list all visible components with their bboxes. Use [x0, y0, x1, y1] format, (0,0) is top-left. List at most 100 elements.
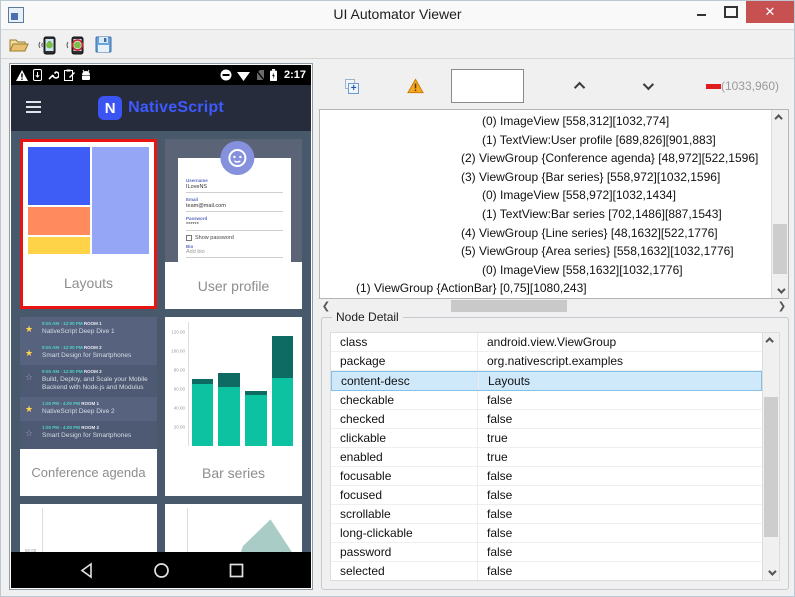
home-icon[interactable]: [153, 562, 170, 579]
detail-row[interactable]: class android.view.ViewGroup: [331, 333, 762, 352]
detail-row[interactable]: enabled true: [331, 448, 762, 467]
tile-bar-series[interactable]: 120.00 100.00 80.00 60.00 40.00 20.00 Bar ser…: [165, 317, 302, 496]
bar-stack: [191, 379, 214, 446]
tree-vscroll-thumb[interactable]: [773, 224, 787, 274]
tile-line-series[interactable]: 60.00 50.00: [20, 504, 157, 552]
detail-row[interactable]: long-clickable false: [331, 524, 762, 543]
node-detail-title: Node Detail: [332, 310, 403, 324]
device-screen[interactable]: 2:17 N NativeScript Layouts Username ILo…: [11, 65, 311, 588]
tree-node[interactable]: (0) ImageView [558,1632][1032,1776]: [320, 261, 771, 280]
star-icon[interactable]: ★: [25, 404, 33, 415]
tree-node[interactable]: (1) ViewGroup {ActionBar} [0,75][1080,24…: [320, 279, 771, 298]
tree-node[interactable]: (1) TextView:User profile [689,826][901,…: [320, 131, 771, 150]
open-folder-icon[interactable]: [8, 35, 30, 55]
detail-row[interactable]: checkable false: [331, 391, 762, 410]
detail-value: org.nativescript.examples: [487, 354, 624, 368]
scroll-down-icon[interactable]: [772, 284, 788, 298]
scroll-up-icon[interactable]: [772, 110, 788, 124]
device-screenshot-icon[interactable]: [36, 35, 58, 55]
agenda-session[interactable]: ☆ 9:00 AM - 12:00 PM ROOM 3 Build, Deploy,…: [20, 365, 157, 398]
tile-user-profile[interactable]: Username ILoveNS Email team@mail.com Passw…: [165, 139, 302, 309]
wrench-icon: [48, 71, 59, 80]
scroll-down-icon[interactable]: [763, 566, 779, 580]
detail-row[interactable]: package org.nativescript.examples: [331, 352, 762, 371]
line-chart: 60.00 50.00: [24, 508, 153, 552]
menu-icon[interactable]: [26, 101, 41, 113]
star-icon[interactable]: ☆: [25, 428, 33, 439]
agenda-session[interactable]: ★ 9:00 AM - 12:00 PM ROOM 1 NativeScript D…: [20, 317, 157, 341]
detail-row[interactable]: focusable false: [331, 467, 762, 486]
username-label: Username: [186, 178, 208, 183]
examples-grid: Layouts Username ILoveNS Email team@mail.c…: [11, 131, 311, 552]
detail-row[interactable]: scrollable false: [331, 505, 762, 524]
bar-segment-light: [191, 384, 214, 446]
detail-row[interactable]: checked false: [331, 410, 762, 429]
hierarchy-tree[interactable]: (0) ImageView [558,312][1032,774] (1) Tex…: [319, 109, 789, 299]
tree-node[interactable]: (1) TextView:Bar series [702,1486][887,1…: [320, 205, 771, 224]
detail-row[interactable]: selected false: [331, 562, 762, 580]
detail-value: Layouts: [488, 374, 531, 388]
detail-vscroll-thumb[interactable]: [764, 397, 778, 537]
tree-node[interactable]: (5) ViewGroup {Area series} [558,1632][1…: [320, 242, 771, 261]
tree-node[interactable]: (2) ViewGroup {Conference agenda} [48,97…: [320, 149, 771, 168]
close-button[interactable]: ✕: [746, 1, 794, 23]
tile-conference-agenda[interactable]: ★ 9:00 AM - 12:00 PM ROOM 1 NativeScript D…: [20, 317, 157, 496]
session-title: Smart Design for Smartphones: [42, 351, 132, 359]
tree-vertical-scrollbar[interactable]: [771, 110, 788, 298]
detail-vertical-scrollbar[interactable]: [762, 333, 779, 580]
area-chart: 150.00: [169, 508, 298, 552]
device-screenshot-panel[interactable]: 2:17 N NativeScript Layouts Username ILo…: [9, 63, 313, 590]
bar-stack: [271, 336, 294, 446]
star-icon[interactable]: ☆: [25, 372, 33, 383]
remove-icon[interactable]: [705, 83, 721, 89]
session-title: NativeScript Deep Dive 1: [42, 328, 115, 335]
bar-y-tick-label: 80.00: [173, 367, 185, 373]
tree-node[interactable]: (4) ViewGroup {Line series} [48,1632][52…: [320, 224, 771, 243]
tile-bar-series-label: Bar series: [165, 449, 302, 496]
tree-search-input[interactable]: [451, 69, 525, 103]
search-next-button[interactable]: [637, 77, 658, 95]
tree-node[interactable]: (0) ImageView [558,972][1032,1434]: [320, 186, 771, 205]
agenda-session[interactable]: ★ 1:00 PM - 4:00 PM ROOM 1 NativeScript De…: [20, 397, 157, 421]
scroll-up-icon[interactable]: [763, 333, 779, 347]
show-password-label: Show password: [195, 235, 234, 241]
back-icon[interactable]: [78, 561, 95, 579]
node-detail-table[interactable]: class android.view.ViewGroup package org.na…: [330, 332, 780, 581]
maximize-button[interactable]: [716, 1, 746, 23]
detail-row[interactable]: content-desc Layouts: [331, 371, 762, 391]
agenda-session[interactable]: ★ 9:00 AM - 12:00 PM ROOM 2 Smart Design f…: [20, 340, 157, 365]
minimize-button[interactable]: [686, 1, 716, 23]
detail-row[interactable]: password false: [331, 543, 762, 562]
detail-row[interactable]: clickable true: [331, 429, 762, 448]
bar-chart-y-axis: 120.00 100.00 80.00 60.00 40.00 20.00: [169, 322, 186, 446]
tree-hscroll-thumb[interactable]: [451, 300, 567, 312]
bar-chart-plot: [188, 322, 296, 446]
star-icon[interactable]: ★: [25, 324, 33, 335]
scroll-right-icon[interactable]: ❯: [775, 299, 789, 313]
tree-node[interactable]: (0) ImageView [558,312][1032,774]: [320, 112, 771, 131]
star-icon[interactable]: ★: [25, 348, 33, 359]
recents-icon[interactable]: [228, 562, 245, 579]
tile-layouts[interactable]: Layouts: [20, 139, 157, 309]
detail-value: false: [487, 469, 513, 483]
tree-node[interactable]: (3) ViewGroup {Bar series} [558,972][103…: [320, 168, 771, 187]
detail-key: checked: [331, 410, 478, 428]
search-prev-button[interactable]: [570, 77, 591, 95]
detail-key: enabled: [331, 448, 478, 466]
device-screenshot-compressed-icon[interactable]: [64, 35, 86, 55]
layouts-block-orange: [28, 207, 90, 235]
save-icon[interactable]: [92, 35, 114, 55]
dnd-icon: [220, 69, 232, 81]
expand-all-icon[interactable]: +: [345, 78, 360, 94]
tile-area-series[interactable]: 150.00: [165, 504, 302, 552]
agenda-session[interactable]: ☆ 1:00 PM - 4:00 PM ROOM 2 Smart Design fo…: [20, 421, 157, 445]
naf-warning-icon[interactable]: [407, 78, 425, 94]
tile-conference-agenda-label: Conference agenda: [20, 449, 157, 496]
node-detail-group: Node Detail class android.view.ViewGroup p…: [321, 310, 789, 590]
bar-segment-light: [245, 394, 267, 446]
show-password-checkbox: [186, 235, 192, 241]
session-time: 9:00 AM - 12:00 PM ROOM 2: [42, 344, 102, 350]
detail-row[interactable]: focused false: [331, 486, 762, 505]
scroll-left-icon[interactable]: ❮: [319, 299, 333, 313]
session-time: 9:00 AM - 12:00 PM ROOM 3: [42, 368, 102, 374]
